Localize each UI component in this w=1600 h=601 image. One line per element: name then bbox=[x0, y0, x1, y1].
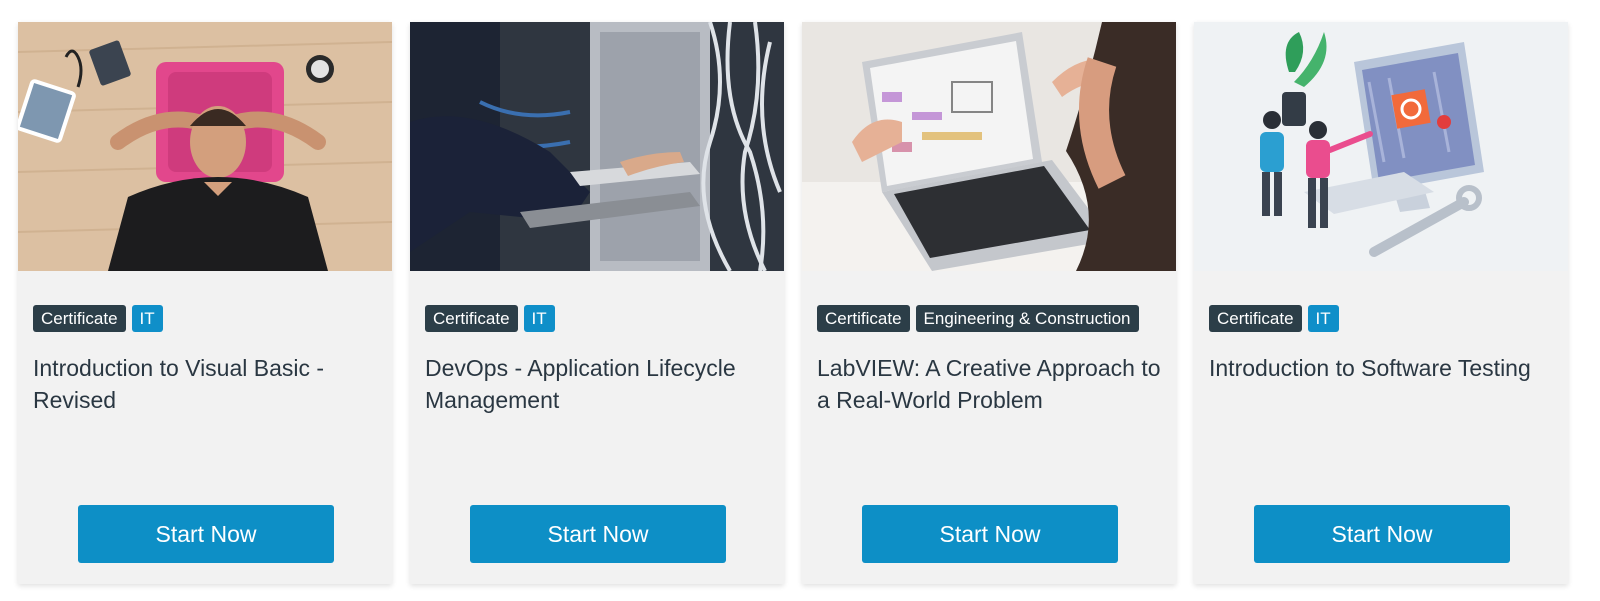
course-card: Certificate Engineering & Construction L… bbox=[802, 22, 1176, 584]
tag-list: Certificate IT bbox=[33, 305, 163, 332]
tag-category: Engineering & Construction bbox=[915, 305, 1139, 332]
tag-category: IT bbox=[523, 305, 555, 332]
tag-certificate: Certificate bbox=[817, 305, 910, 332]
course-image bbox=[802, 22, 1176, 271]
tag-certificate: Certificate bbox=[1209, 305, 1302, 332]
tag-list: Certificate IT bbox=[425, 305, 555, 332]
start-now-button[interactable]: Start Now bbox=[1254, 505, 1510, 563]
tag-list: Certificate IT bbox=[1209, 305, 1339, 332]
course-card-list: Certificate IT Introduction to Visual Ba… bbox=[18, 22, 1568, 584]
course-title: Introduction to Software Testing bbox=[1209, 355, 1531, 381]
tag-certificate: Certificate bbox=[33, 305, 126, 332]
start-now-button[interactable]: Start Now bbox=[470, 505, 726, 563]
tag-list: Certificate Engineering & Construction bbox=[817, 305, 1139, 332]
course-card: Certificate IT Introduction to Visual Ba… bbox=[18, 22, 392, 584]
course-image bbox=[18, 22, 392, 271]
tag-certificate: Certificate bbox=[425, 305, 518, 332]
tag-category: IT bbox=[131, 305, 163, 332]
course-image bbox=[1194, 22, 1568, 271]
start-now-button[interactable]: Start Now bbox=[862, 505, 1118, 563]
start-now-button[interactable]: Start Now bbox=[78, 505, 334, 563]
tag-category: IT bbox=[1307, 305, 1339, 332]
course-title: DevOps - Application Lifecycle Managemen… bbox=[425, 355, 736, 413]
course-card: Certificate IT Introduction to Software … bbox=[1194, 22, 1568, 584]
course-title: LabVIEW: A Creative Approach to a Real-W… bbox=[817, 355, 1161, 413]
course-image bbox=[410, 22, 784, 271]
course-title: Introduction to Visual Basic - Revised bbox=[33, 355, 325, 413]
course-card: Certificate IT DevOps - Application Life… bbox=[410, 22, 784, 584]
